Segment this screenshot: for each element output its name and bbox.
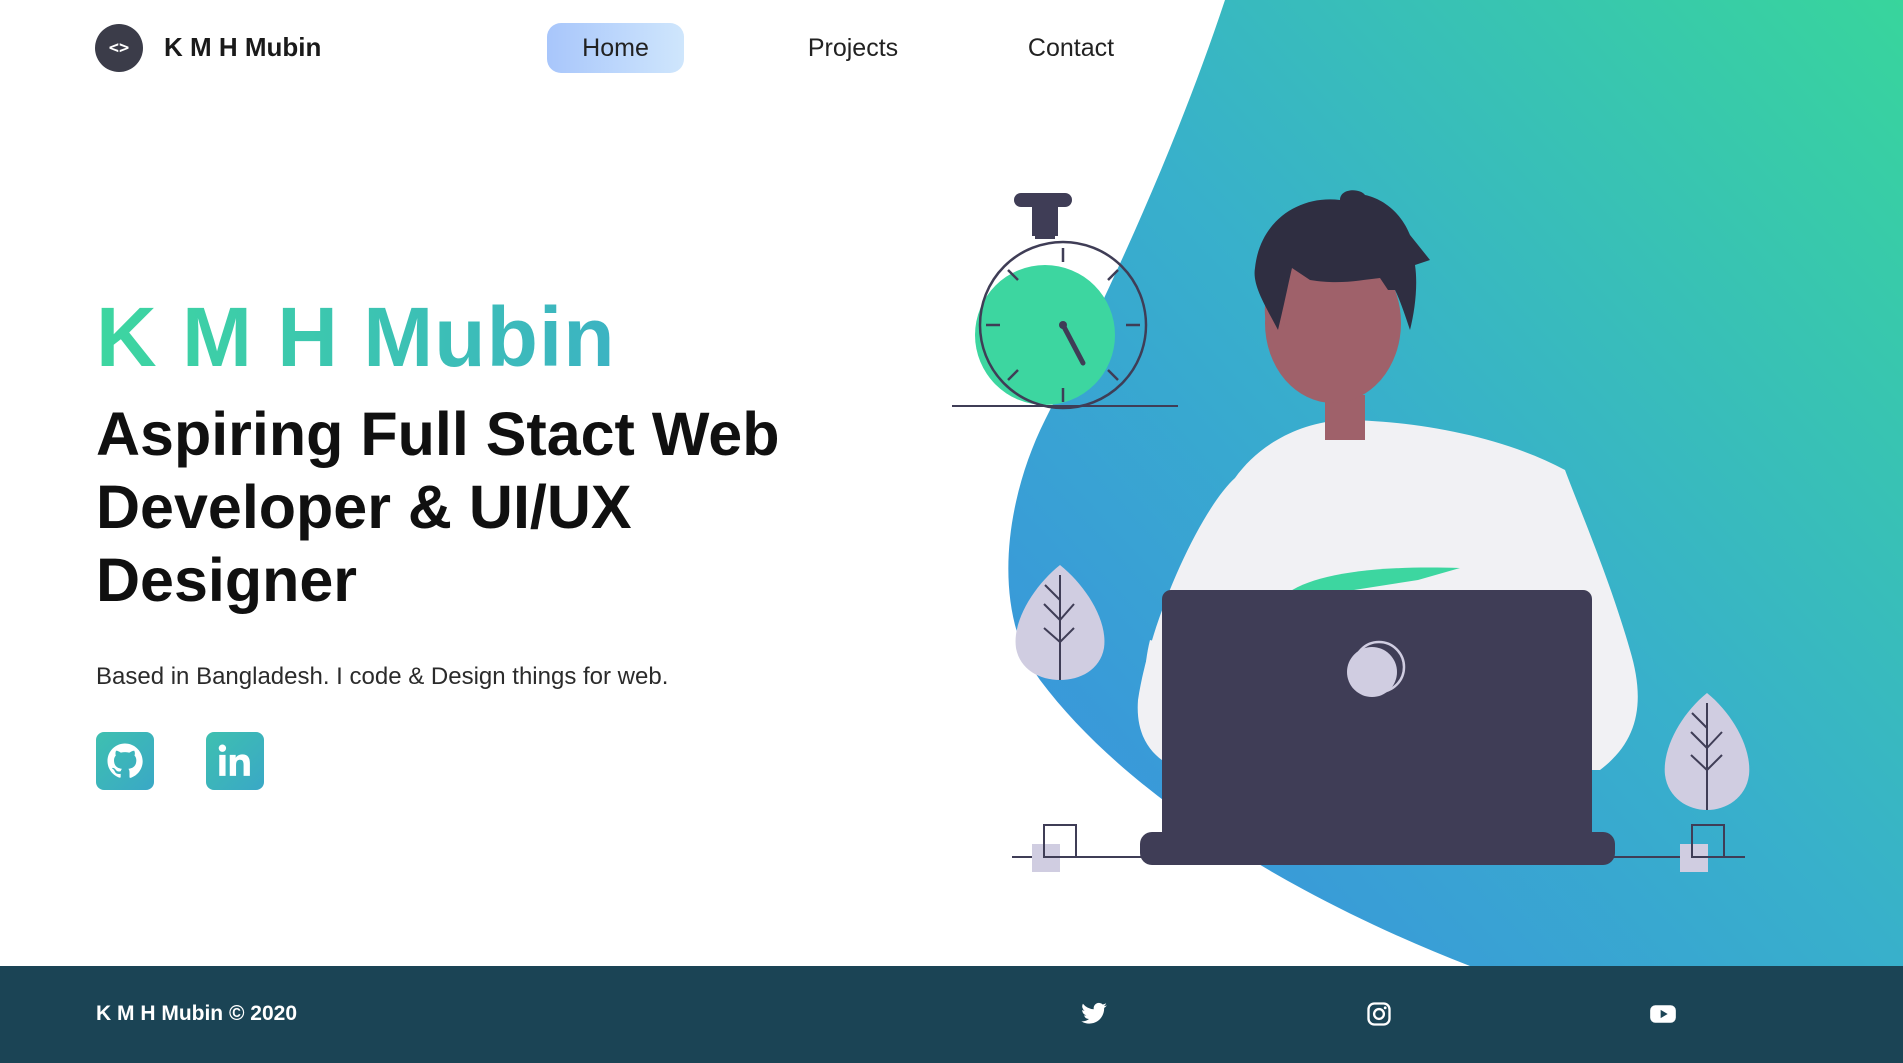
footer-copyright: K M H Mubin © 2020 [96, 1002, 297, 1025]
hero-title: Aspiring Full Stact Web Developer & UI/U… [96, 400, 780, 614]
developer-illustration [952, 190, 1750, 872]
hero-name: K M H Mubin [96, 282, 916, 392]
github-icon[interactable] [96, 732, 154, 790]
laptop-illustration [1140, 590, 1615, 865]
brand-name[interactable]: K M H Mubin [164, 32, 321, 63]
hero-section: K M H Mubin Aspiring Full Stact Web Deve… [96, 282, 916, 691]
stopwatch-illustration [952, 193, 1178, 410]
linkedin-icon[interactable] [206, 732, 264, 790]
code-logo-icon[interactable]: <> [95, 24, 143, 72]
footer: K M H Mubin © 2020 [0, 966, 1903, 1063]
hero-subtitle: Based in Bangladesh. I code & Design thi… [96, 663, 669, 690]
nav-projects-link[interactable]: Projects [780, 23, 926, 73]
instagram-icon[interactable] [1365, 1000, 1393, 1028]
top-navbar: <> K M H Mubin Home Projects Contact [0, 0, 1903, 96]
plant-right-illustration [1664, 693, 1750, 810]
plant-left-illustration [1015, 565, 1105, 680]
youtube-icon[interactable] [1649, 1000, 1677, 1028]
nav-contact-link[interactable]: Contact [1004, 23, 1138, 73]
nav-home-link[interactable]: Home [547, 23, 684, 73]
twitter-icon[interactable] [1080, 1000, 1108, 1028]
